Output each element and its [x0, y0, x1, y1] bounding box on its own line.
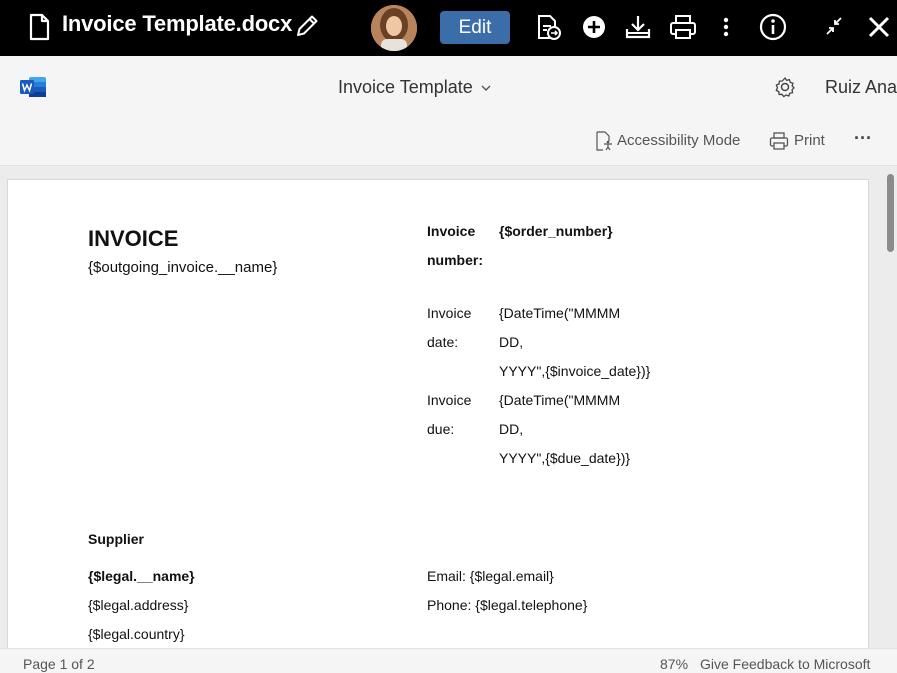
close-icon[interactable]: [864, 12, 894, 42]
invoice-number-label-line1: Invoice: [427, 223, 476, 239]
zoom-level[interactable]: 87%: [660, 656, 688, 672]
legal-email: Email: {$legal.email}: [427, 568, 554, 584]
invoice-due-value-line3: YYYY",{$due_date})}: [499, 450, 631, 466]
invoice-date-value-line3: YYYY",{$invoice_date})}: [499, 363, 651, 379]
add-icon[interactable]: [579, 12, 609, 42]
rename-pencil-icon[interactable]: [293, 12, 321, 40]
invoice-number-value: {$order_number}: [499, 223, 613, 239]
document-title: Invoice Template: [338, 77, 473, 97]
give-feedback-link[interactable]: Give Feedback to Microsoft: [700, 656, 870, 672]
invoice-due-value-line2: DD,: [499, 421, 524, 437]
invoice-date-label-line1: Invoice: [427, 305, 472, 321]
minimize-icon[interactable]: [819, 12, 849, 42]
legal-name: {$legal.__name}: [88, 568, 195, 584]
page-indicator: Page 1 of 2: [23, 656, 95, 672]
invoice-heading: INVOICE: [88, 226, 179, 251]
edit-button[interactable]: Edit: [440, 11, 510, 44]
avatar-portrait-icon: [371, 5, 417, 51]
user-name[interactable]: Ruiz Ana: [825, 77, 897, 98]
invoice-date-value-line2: DD,: [499, 334, 524, 350]
save-as-icon[interactable]: [533, 12, 563, 42]
more-ribbon-button[interactable]: ···: [854, 128, 872, 149]
status-bar: Page 1 of 2 87% Give Feedback to Microso…: [0, 648, 897, 673]
download-icon[interactable]: [623, 12, 653, 42]
legal-phone: Phone: {$legal.telephone}: [427, 597, 588, 613]
more-options-icon[interactable]: [711, 12, 741, 42]
document-canvas[interactable]: INVOICE {$outgoing_invoice.__name} Invoi…: [0, 166, 897, 659]
legal-country: {$legal.country}: [88, 626, 185, 642]
outgoing-invoice-name: {$outgoing_invoice.__name}: [88, 259, 278, 276]
invoice-date-label-line2: date:: [427, 334, 459, 350]
invoice-date-value-line1: {DateTime("MMMM: [499, 305, 621, 321]
invoice-due-label-line2: due:: [427, 421, 455, 437]
document-page[interactable]: INVOICE {$outgoing_invoice.__name} Invoi…: [7, 179, 869, 659]
avatar[interactable]: [371, 5, 417, 51]
print-icon: [769, 132, 789, 150]
file-title: Invoice Template.docx: [62, 11, 293, 36]
legal-address: {$legal.address}: [88, 597, 189, 613]
info-icon[interactable]: [758, 12, 788, 42]
vertical-scrollbar-thumb[interactable]: [887, 174, 894, 252]
top-bar: Invoice Template.docx Edit: [0, 0, 897, 56]
invoice-due-label-line1: Invoice: [427, 392, 472, 408]
gear-icon[interactable]: [774, 76, 796, 98]
accessibility-mode-button[interactable]: Accessibility Mode: [617, 132, 740, 149]
invoice-due-value-line1: {DateTime("MMMM: [499, 392, 621, 408]
supplier-heading: Supplier: [88, 531, 145, 547]
chevron-down-icon: [481, 85, 491, 91]
document-title-dropdown[interactable]: Invoice Template: [338, 77, 492, 98]
accessibility-icon: [596, 131, 612, 151]
word-header: Invoice Template Ruiz Ana: [0, 56, 897, 118]
printer-icon[interactable]: [668, 12, 698, 42]
document-icon: [29, 13, 50, 41]
word-logo-icon: [20, 77, 46, 97]
invoice-number-label-line2: number:: [427, 252, 483, 268]
print-button[interactable]: Print: [794, 132, 825, 149]
ribbon-toolbar: Accessibility Mode Print ···: [0, 118, 897, 166]
